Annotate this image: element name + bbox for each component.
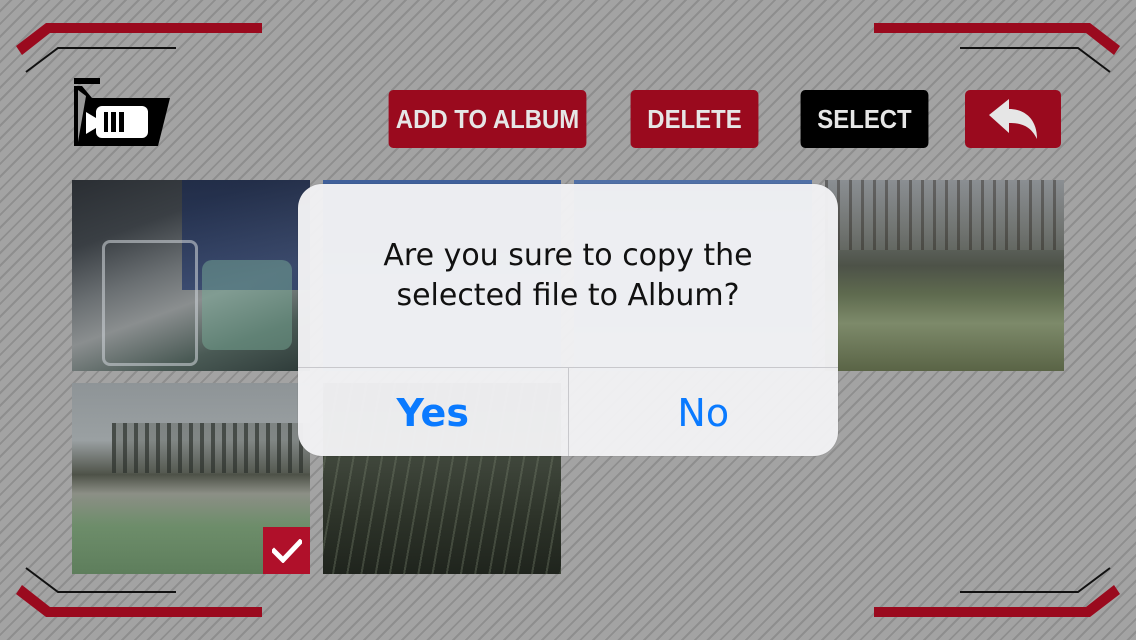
delete-button[interactable]: DELETE xyxy=(630,90,759,148)
select-button[interactable]: SELECT xyxy=(800,90,929,148)
selected-checkmark-badge xyxy=(263,527,310,574)
checkmark-icon xyxy=(271,538,302,563)
gallery-thumbnail[interactable] xyxy=(72,383,310,574)
gallery-thumbnail[interactable] xyxy=(825,180,1064,371)
no-button[interactable]: No xyxy=(567,368,839,456)
dialog-message: Are you sure to copy the selected file t… xyxy=(383,238,753,313)
yes-button[interactable]: Yes xyxy=(298,368,568,456)
hud-corner-top-left xyxy=(16,23,262,73)
gallery-thumbnail[interactable] xyxy=(72,180,310,371)
back-button[interactable] xyxy=(965,90,1061,148)
hud-corner-top-right xyxy=(874,23,1120,73)
folder-camera-icon[interactable] xyxy=(72,76,172,148)
add-to-album-button[interactable]: ADD TO ALBUM xyxy=(388,90,587,148)
undo-arrow-icon xyxy=(989,99,1037,139)
hud-corner-bottom-right xyxy=(874,567,1120,617)
confirm-copy-dialog: Are you sure to copy the selected file t… xyxy=(298,184,838,456)
